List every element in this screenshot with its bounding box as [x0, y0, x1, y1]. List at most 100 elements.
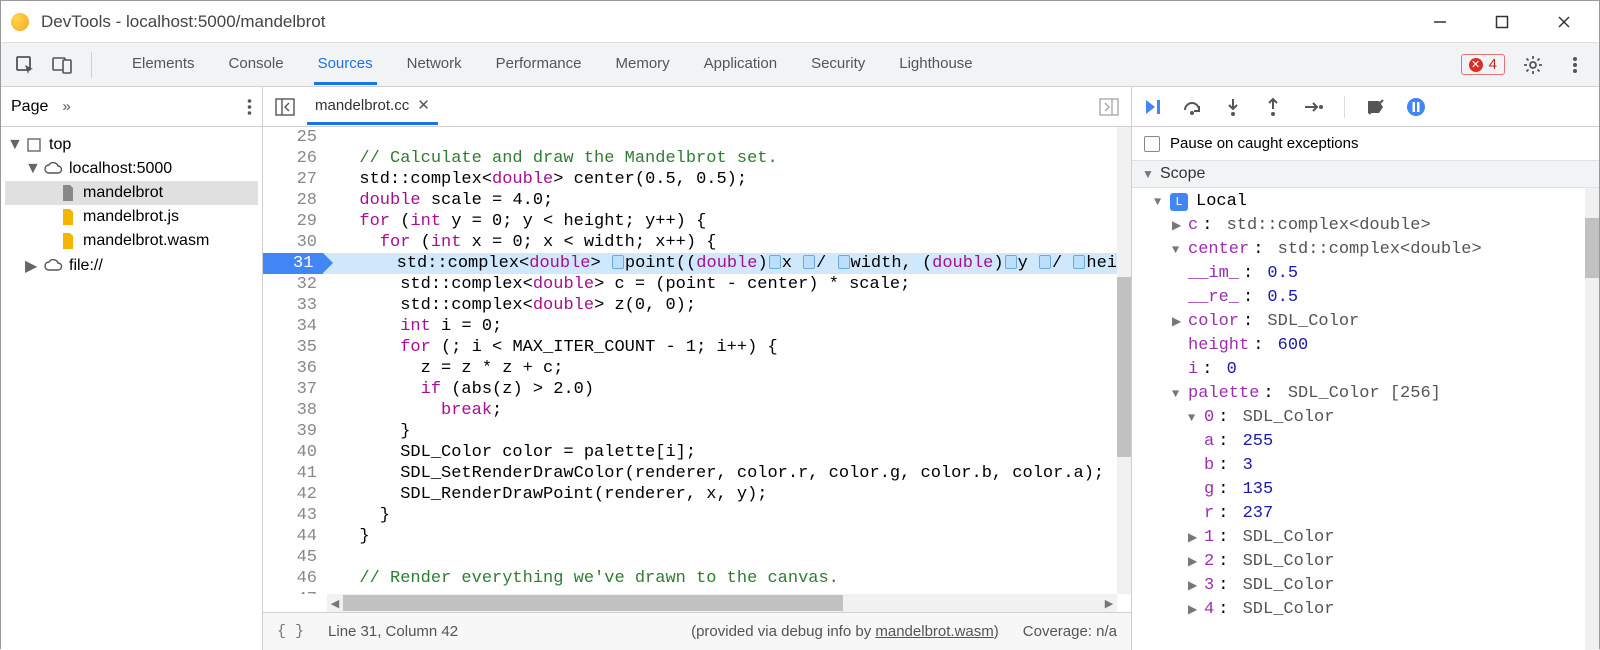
scope-center-im[interactable]: __im_: 0.5: [1142, 262, 1585, 286]
tab-performance[interactable]: Performance: [492, 45, 586, 85]
code-line-36[interactable]: 36 z = z * z + c;: [263, 358, 1117, 379]
minimize-button[interactable]: [1431, 13, 1449, 31]
code-line-33[interactable]: 33 std::complex<double> z(0, 0);: [263, 295, 1117, 316]
pause-on-exceptions-button[interactable]: [1405, 96, 1427, 118]
window-title: DevTools - localhost:5000/mandelbrot: [41, 12, 325, 32]
settings-icon[interactable]: [1519, 51, 1547, 79]
inspect-element-icon[interactable]: [11, 51, 39, 79]
vertical-scrollbar[interactable]: [1117, 127, 1131, 594]
code-line-35[interactable]: 35 for (; i < MAX_ITER_COUNT - 1; i++) {: [263, 337, 1117, 358]
pause-exceptions-label: Pause on caught exceptions: [1170, 135, 1358, 152]
step-button[interactable]: [1302, 96, 1324, 118]
scope-var-height[interactable]: ▶height: 600: [1142, 334, 1585, 358]
scope-center-re[interactable]: __re_: 0.5: [1142, 286, 1585, 310]
scope-var-palette[interactable]: ▼palette: SDL_Color [256]: [1142, 382, 1585, 406]
tab-sources[interactable]: Sources: [314, 45, 377, 85]
deactivate-breakpoints-button[interactable]: [1365, 96, 1387, 118]
code-line-26[interactable]: 26 // Calculate and draw the Mandelbrot …: [263, 148, 1117, 169]
toggle-debugger-icon[interactable]: [1095, 93, 1123, 121]
scope-var-c[interactable]: ▶c: std::complex<double>: [1142, 214, 1585, 238]
tree-file-scheme[interactable]: ▶ file://: [5, 253, 258, 279]
code-line-29[interactable]: 29 for (int y = 0; y < height; y++) {: [263, 211, 1117, 232]
scope-var-color[interactable]: ▶color: SDL_Color: [1142, 310, 1585, 334]
code-line-42[interactable]: 42 SDL_RenderDrawPoint(renderer, x, y);: [263, 484, 1117, 505]
navigator-more-tabs-icon[interactable]: »: [62, 98, 70, 115]
tree-file-mandelbrot[interactable]: mandelbrot: [5, 181, 258, 205]
step-out-button[interactable]: [1262, 96, 1284, 118]
tab-application[interactable]: Application: [700, 45, 781, 85]
navigator-menu-icon[interactable]: [247, 98, 252, 116]
code-line-43[interactable]: 43 }: [263, 505, 1117, 526]
code-line-32[interactable]: 32 std::complex<double> c = (point - cen…: [263, 274, 1117, 295]
cloud-icon: [43, 259, 63, 273]
tab-memory[interactable]: Memory: [612, 45, 674, 85]
scope-palette-4[interactable]: ▶4: SDL_Color: [1142, 598, 1585, 622]
scope-palette-0[interactable]: ▼0: SDL_Color: [1142, 406, 1585, 430]
scope-palette-2[interactable]: ▶2: SDL_Color: [1142, 550, 1585, 574]
maximize-button[interactable]: [1493, 13, 1511, 31]
debuginfo-link[interactable]: mandelbrot.wasm: [875, 623, 993, 640]
code-line-38[interactable]: 38 break;: [263, 400, 1117, 421]
tab-security[interactable]: Security: [807, 45, 869, 85]
pause-exceptions-checkbox[interactable]: [1144, 136, 1160, 152]
tab-lighthouse[interactable]: Lighthouse: [895, 45, 976, 85]
scope-palette-0-g[interactable]: g: 135: [1142, 478, 1585, 502]
code-line-31[interactable]: 31 std::complex<double> point((double)x …: [263, 253, 1117, 274]
scope-scrollbar[interactable]: [1585, 188, 1599, 650]
scope-palette-0-a[interactable]: a: 255: [1142, 430, 1585, 454]
error-count-badge[interactable]: ✕4: [1461, 54, 1505, 75]
scope-var-center[interactable]: ▼center: std::complex<double>: [1142, 238, 1585, 262]
code-line-46[interactable]: 46 // Render everything we've drawn to t…: [263, 568, 1117, 589]
pause-exceptions-row[interactable]: Pause on caught exceptions: [1132, 127, 1599, 160]
code-line-44[interactable]: 44 }: [263, 526, 1117, 547]
tree-file-mandelbrot-wasm[interactable]: mandelbrot.wasm: [5, 229, 258, 253]
file-tab-mandelbrot-cc[interactable]: mandelbrot.cc ✕: [307, 88, 438, 125]
coverage-label: Coverage: n/a: [1023, 623, 1117, 640]
devtools-toolbar: Elements Console Sources Network Perform…: [1, 43, 1599, 87]
titlebar: DevTools - localhost:5000/mandelbrot: [1, 1, 1599, 43]
tree-file-mandelbrot-js[interactable]: mandelbrot.js: [5, 205, 258, 229]
close-tab-icon[interactable]: ✕: [417, 96, 430, 114]
tree-host[interactable]: ▼ localhost:5000: [5, 157, 258, 181]
tab-network[interactable]: Network: [403, 45, 466, 85]
code-line-27[interactable]: 27 std::complex<double> center(0.5, 0.5)…: [263, 169, 1117, 190]
scope-section-header[interactable]: ▼Scope: [1132, 160, 1599, 188]
close-button[interactable]: [1555, 13, 1573, 31]
navigator-tab-page[interactable]: Page: [11, 98, 48, 116]
code-line-41[interactable]: 41 SDL_SetRenderDrawColor(renderer, colo…: [263, 463, 1117, 484]
scope-palette-3[interactable]: ▶3: SDL_Color: [1142, 574, 1585, 598]
source-editor[interactable]: 2526 // Calculate and draw the Mandelbro…: [263, 127, 1117, 594]
tab-console[interactable]: Console: [225, 45, 288, 85]
code-line-30[interactable]: 30 for (int x = 0; x < width; x++) {: [263, 232, 1117, 253]
code-line-39[interactable]: 39 }: [263, 421, 1117, 442]
code-line-28[interactable]: 28 double scale = 4.0;: [263, 190, 1117, 211]
step-over-button[interactable]: [1182, 96, 1204, 118]
toggle-navigator-icon[interactable]: [271, 93, 299, 121]
code-line-25[interactable]: 25: [263, 127, 1117, 148]
scope-var-i[interactable]: ▶i: 0: [1142, 358, 1585, 382]
tree-file-label: mandelbrot: [83, 184, 163, 202]
scope-palette-0-r[interactable]: r: 237: [1142, 502, 1585, 526]
tree-top-label: top: [49, 136, 71, 154]
more-icon[interactable]: [1561, 51, 1589, 79]
scope-palette-0-b[interactable]: b: 3: [1142, 454, 1585, 478]
code-line-40[interactable]: 40 SDL_Color color = palette[i];: [263, 442, 1117, 463]
code-line-37[interactable]: 37 if (abs(z) > 2.0): [263, 379, 1117, 400]
editor-statusbar: { } Line 31, Column 42 (provided via deb…: [263, 612, 1131, 650]
step-into-button[interactable]: [1222, 96, 1244, 118]
code-line-45[interactable]: 45: [263, 547, 1117, 568]
device-toolbar-icon[interactable]: [49, 51, 77, 79]
pretty-print-icon[interactable]: { }: [277, 623, 304, 640]
scope-palette-1[interactable]: ▶1: SDL_Color: [1142, 526, 1585, 550]
resume-button[interactable]: [1142, 96, 1164, 118]
script-icon: [59, 208, 77, 226]
tab-elements[interactable]: Elements: [128, 45, 199, 85]
code-line-34[interactable]: 34 int i = 0;: [263, 316, 1117, 337]
horizontal-scrollbar[interactable]: ◀▶: [327, 594, 1117, 612]
scope-local[interactable]: ▼LLocal: [1142, 190, 1585, 214]
tree-top[interactable]: ▼ top: [5, 133, 258, 157]
error-count: 4: [1489, 56, 1497, 73]
file-tab-label: mandelbrot.cc: [315, 97, 409, 114]
scope-body[interactable]: ▼LLocal ▶c: std::complex<double> ▼center…: [1132, 188, 1585, 650]
debuginfo-text: (provided via debug info by mandelbrot.w…: [691, 623, 999, 640]
